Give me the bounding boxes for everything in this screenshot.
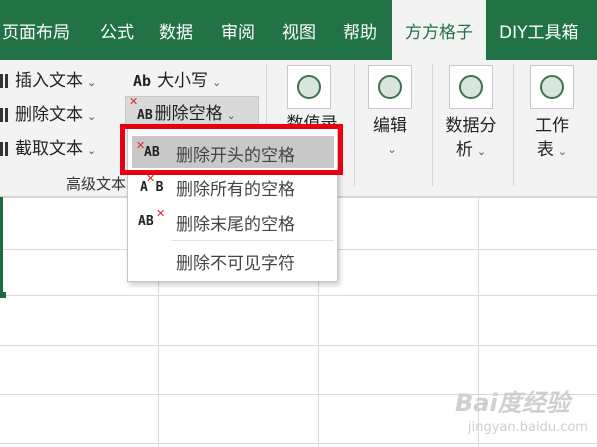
edit-button[interactable]: 编辑 ⌄ [362, 114, 418, 162]
fill-handle[interactable] [0, 292, 6, 298]
group-separator [513, 64, 514, 186]
case-button[interactable]: Ab 大小写 ⌄ [133, 66, 221, 91]
tab-page-layout[interactable]: 页面布局 [2, 0, 70, 60]
grid-row-line [0, 295, 597, 296]
chevron-down-icon: ⌄ [87, 110, 97, 123]
highlight-annotation-box [120, 124, 343, 175]
chevron-down-icon: ⌄ [226, 109, 236, 122]
delete-text-icon [0, 108, 8, 122]
edit-label: 编辑 [373, 116, 407, 136]
menu-item-delete-invisible-chars[interactable]: 删除不可见字符 [132, 244, 334, 276]
data-analysis-icon [449, 65, 493, 109]
tab-fangfanggezi[interactable]: 方方格子 [392, 0, 486, 60]
grid-row-line [0, 345, 597, 346]
case-icon: Ab [133, 72, 152, 90]
chevron-down-icon: ⌄ [387, 143, 397, 156]
chevron-down-icon: ⌄ [557, 145, 568, 158]
delete-trailing-space-icon: AB ✕ [138, 207, 166, 229]
tab-diy-toolbox[interactable]: DIY工具箱 [499, 0, 579, 60]
data-analysis-label-2: 析 [455, 140, 473, 160]
selected-cell-border [0, 197, 3, 295]
chevron-down-icon: ⌄ [87, 144, 97, 157]
tab-view[interactable]: 视图 [282, 0, 316, 60]
tab-help[interactable]: 帮助 [343, 0, 377, 60]
advanced-text-group-label: 高级文本 [66, 175, 127, 193]
extract-text-button[interactable]: 截取文本 ⌄ [0, 134, 96, 159]
worksheet-button[interactable]: 工作 表 ⌄ [522, 114, 582, 164]
delete-space-button[interactable]: ✕ AB 删除空格 ⌄ [129, 95, 236, 124]
chevron-down-icon: ⌄ [87, 76, 97, 89]
delete-space-icon: AB [137, 108, 153, 123]
delete-text-button[interactable]: 删除文本 ⌄ [0, 100, 96, 125]
ribbon-tab-bar: 页面布局 公式 数据 审阅 视图 帮助 方方格子 DIY工具箱 [0, 0, 597, 60]
number-record-icon [287, 65, 331, 109]
chevron-down-icon: ⌄ [476, 145, 487, 158]
group-separator [432, 64, 433, 186]
group-separator [354, 64, 355, 186]
worksheet-icon [530, 65, 574, 109]
tab-review[interactable]: 审阅 [221, 0, 255, 60]
data-analysis-label: 数据分 [445, 116, 497, 136]
watermark-logo: Bai度经验 [455, 389, 570, 417]
delete-all-space-icon: ✕ A B [140, 172, 164, 195]
x-mark-icon: ✕ [129, 95, 139, 108]
chevron-down-icon: ⌄ [212, 76, 222, 89]
edit-icon [368, 65, 412, 109]
grid-row-line [0, 443, 597, 444]
insert-text-button[interactable]: 插入文本 ⌄ [0, 66, 96, 91]
watermark-url: jingyan.baidu.com [468, 420, 588, 435]
menu-item-delete-trailing-space[interactable]: AB ✕ 删除末尾的空格 [132, 205, 334, 237]
tab-formulas[interactable]: 公式 [100, 0, 134, 60]
menu-separator [172, 240, 334, 241]
data-analysis-button[interactable]: 数据分 析 ⌄ [440, 114, 502, 164]
extract-text-icon [0, 142, 8, 156]
tab-data[interactable]: 数据 [159, 0, 193, 60]
worksheet-label: 工作 [535, 116, 569, 136]
worksheet-label-2: 表 [536, 140, 554, 160]
insert-text-icon [0, 74, 8, 88]
